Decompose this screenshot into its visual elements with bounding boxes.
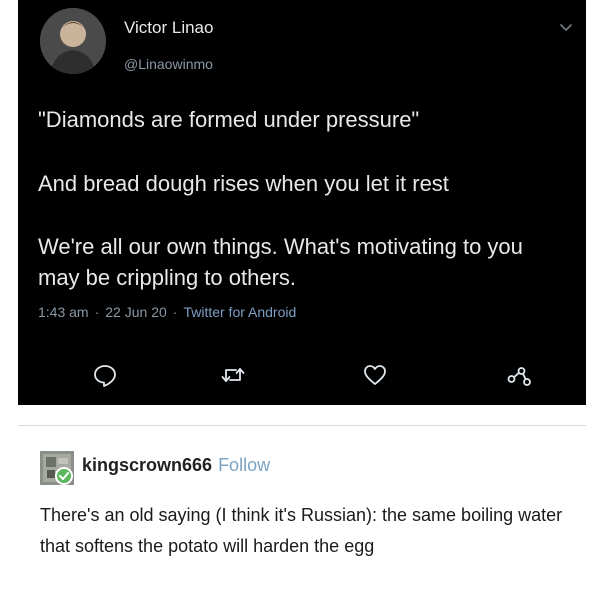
- follow-button[interactable]: Follow: [218, 455, 270, 475]
- meta-separator: ·: [172, 304, 178, 320]
- post-text: There's an old saying (I think it's Russ…: [40, 505, 563, 556]
- divider: [18, 425, 586, 426]
- tweet-display-name[interactable]: Victor Linao: [124, 18, 213, 38]
- tweet-source[interactable]: Twitter for Android: [183, 304, 296, 320]
- like-icon[interactable]: [362, 362, 388, 388]
- tweet-text-line-3: We're all our own things. What's motivat…: [38, 234, 523, 290]
- tweet-text-line-1: "Diamonds are formed under pressure": [38, 107, 420, 132]
- avatar-icon[interactable]: [40, 451, 74, 485]
- tweet-handle[interactable]: @Linaowinmo: [124, 56, 213, 72]
- meta-separator: ·: [94, 304, 100, 320]
- chevron-down-icon[interactable]: [558, 19, 574, 35]
- tweet-meta: 1:43 am · 22 Jun 20 · Twitter for Android: [38, 304, 296, 320]
- retweet-icon[interactable]: [220, 362, 246, 388]
- tweet-text-line-2: And bread dough rises when you let it re…: [38, 171, 449, 196]
- tweet-date[interactable]: 22 Jun 20: [105, 304, 167, 320]
- share-icon[interactable]: [506, 362, 532, 388]
- tweet-avatar[interactable]: [40, 8, 106, 74]
- post-header: kingscrown666 Follow: [82, 455, 270, 476]
- post-username[interactable]: kingscrown666: [82, 455, 212, 475]
- reply-icon[interactable]: [92, 362, 118, 388]
- tweet-card: Victor Linao @Linaowinmo "Diamonds are f…: [18, 0, 586, 405]
- tweet-time[interactable]: 1:43 am: [38, 304, 89, 320]
